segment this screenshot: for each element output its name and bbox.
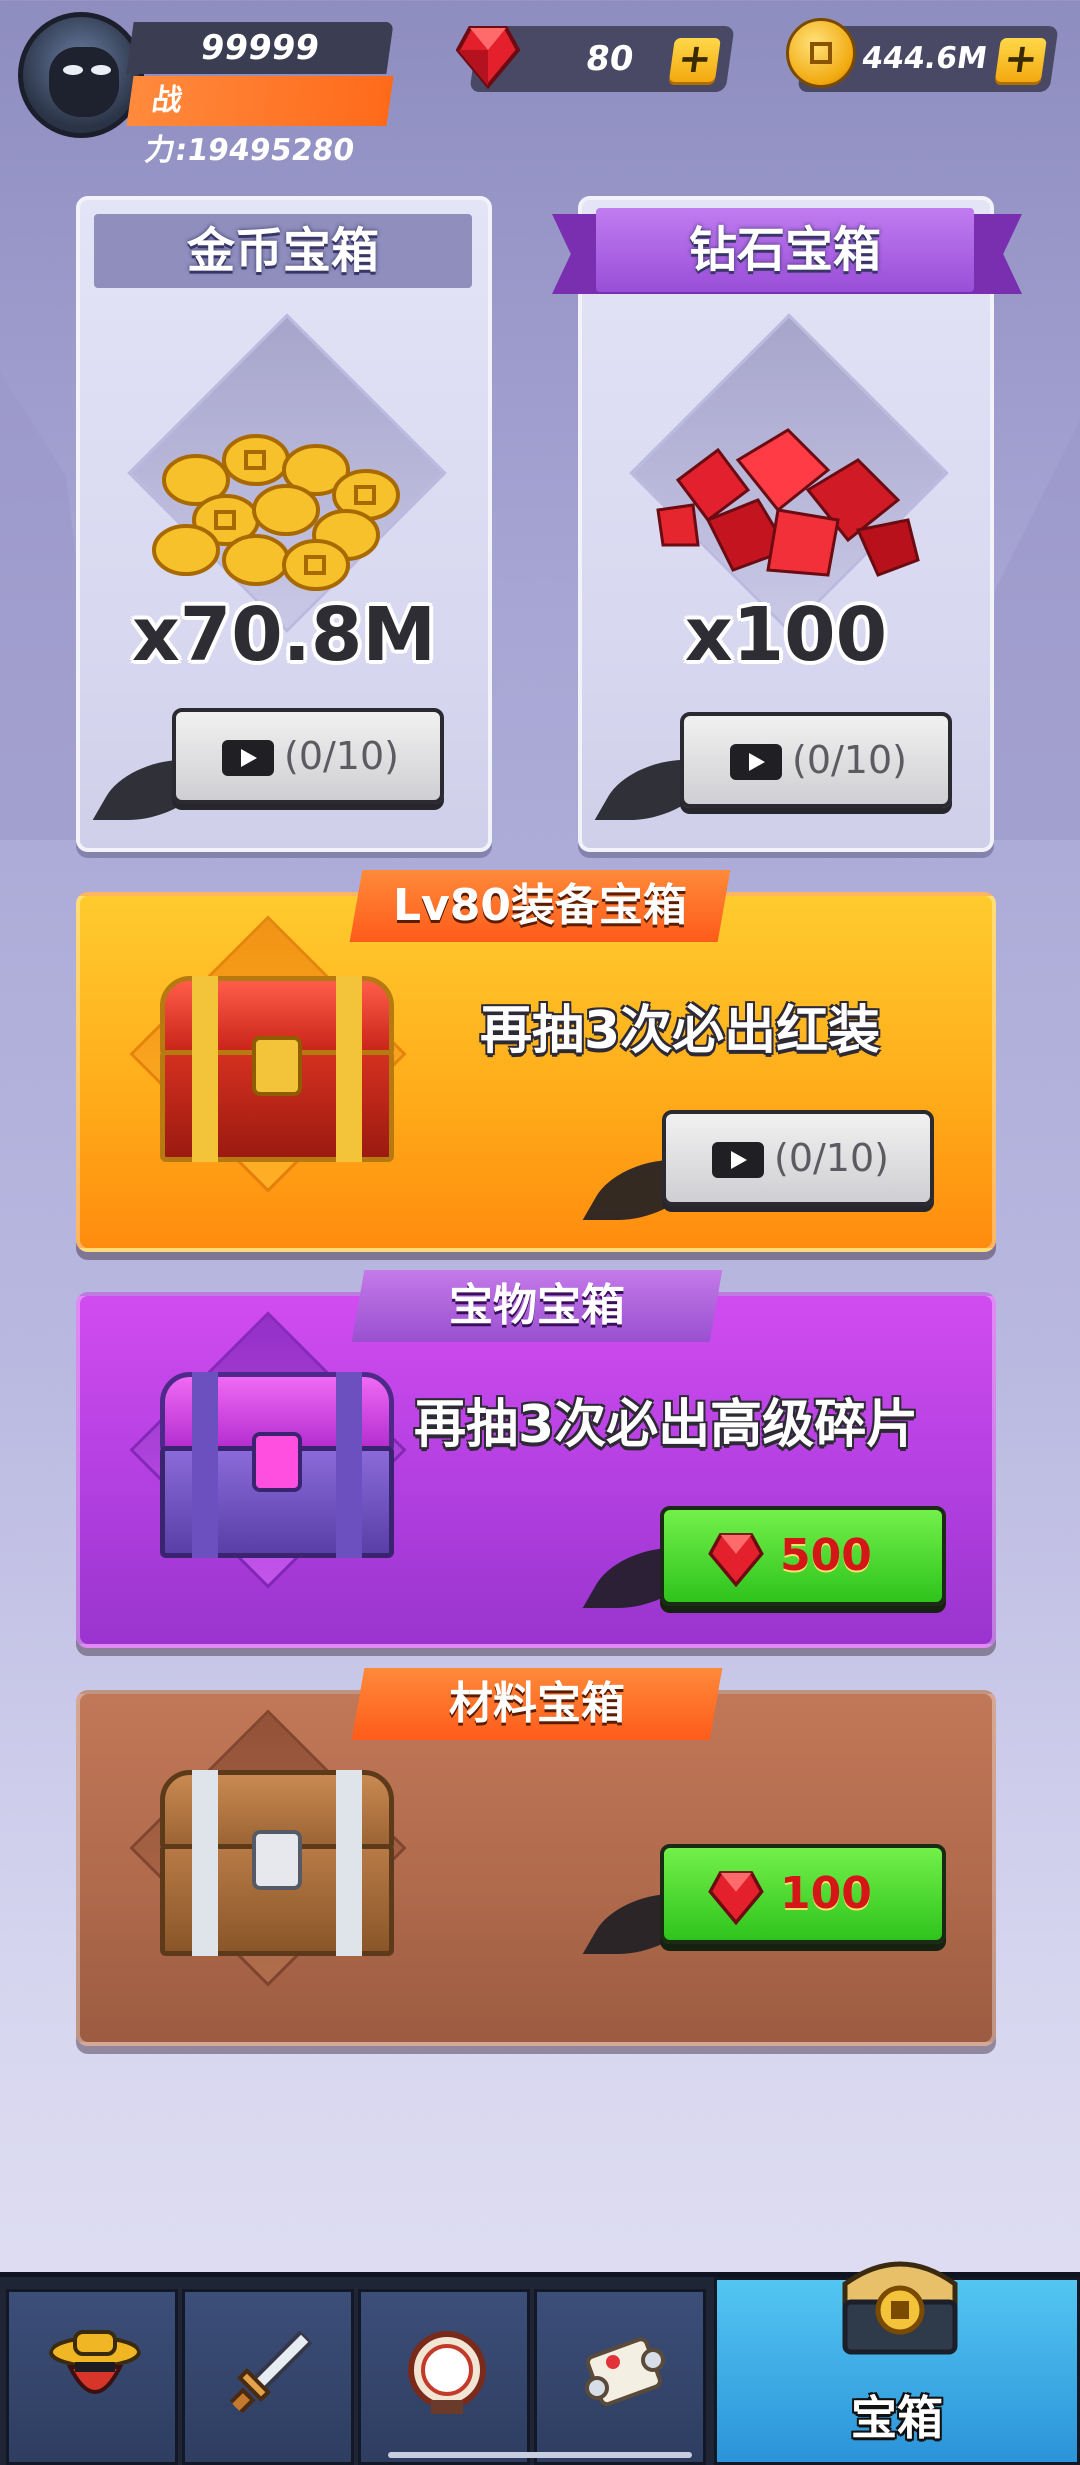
- ad-count: (0/10): [792, 738, 907, 782]
- price-label: 500: [780, 1530, 872, 1581]
- combat-power: 战力:19495280: [126, 76, 394, 168]
- banner-subtitle: 再抽3次必出高级碎片: [414, 1395, 919, 1455]
- gem-amount: 80: [583, 39, 637, 79]
- bottom-nav: 宝箱: [0, 2261, 1080, 2465]
- sword-icon: [224, 2329, 314, 2419]
- video-play-icon: [712, 1142, 764, 1178]
- player-level: 99999: [126, 22, 394, 74]
- diamond-chest-card[interactable]: 钻石宝箱 x100 (0/10): [552, 196, 1022, 852]
- chest-lock: [252, 1432, 302, 1492]
- material-chest-banner[interactable]: 材料宝箱 100: [76, 1668, 996, 2046]
- top-bar: 99999 战力:19495280 80 + 444.6M +: [0, 0, 1080, 170]
- avatar-face: [49, 47, 119, 117]
- coin-amount: 444.6M: [859, 41, 990, 76]
- ribbon-label: Lv80装备宝箱: [393, 880, 687, 931]
- chest-lock: [252, 1830, 302, 1890]
- watch-ad-button[interactable]: (0/10): [662, 1110, 934, 1206]
- gem-icon: [708, 1533, 764, 1588]
- nav-chest[interactable]: 宝箱: [714, 2261, 1080, 2465]
- price-label: 100: [780, 1868, 872, 1919]
- banner-ribbon: Lv80装备宝箱: [349, 870, 731, 942]
- add-gems-button[interactable]: +: [668, 36, 721, 82]
- banner-ribbon: 宝物宝箱: [351, 1270, 723, 1342]
- add-coins-button[interactable]: +: [994, 36, 1047, 82]
- video-play-icon: [222, 740, 274, 776]
- video-play-icon: [730, 744, 782, 780]
- banner-subtitle: 再抽3次必出红装: [480, 1001, 881, 1061]
- scroll-icon: [585, 2337, 665, 2407]
- red-gems-icon: [656, 428, 920, 577]
- avatar-eye: [63, 65, 83, 75]
- avatar-eye: [91, 65, 111, 75]
- buy-material-chest-button[interactable]: 100: [660, 1844, 946, 1944]
- chest-band: [336, 976, 362, 1162]
- chest-band: [336, 1372, 362, 1558]
- treasure-chest-icon: [842, 2261, 958, 2355]
- chest-band: [192, 976, 218, 1162]
- banner-ribbon: 材料宝箱: [351, 1668, 723, 1740]
- gem-icon: [456, 26, 520, 90]
- equipment-chest-banner[interactable]: Lv80装备宝箱 再抽3次必出红装 (0/10): [76, 870, 996, 1252]
- chest-lock: [252, 1036, 302, 1096]
- chest-band: [336, 1770, 362, 1956]
- watch-ad-button[interactable]: (0/10): [172, 708, 444, 804]
- ribbon-label: 宝物宝箱: [449, 1280, 625, 1331]
- wooden-chest-icon: [152, 1770, 402, 1960]
- ribbon-label: 材料宝箱: [449, 1678, 625, 1729]
- buy-treasure-chest-button[interactable]: 500: [660, 1506, 946, 1606]
- card-title: 金币宝箱: [94, 214, 472, 288]
- chest-band: [192, 1372, 218, 1558]
- card-title: 钻石宝箱: [596, 208, 974, 292]
- reward-amount: x100: [684, 592, 888, 678]
- nav-label: 宝箱: [851, 2391, 943, 2445]
- nav-battle[interactable]: [358, 2289, 530, 2465]
- chest-band: [192, 1770, 218, 1956]
- player-info-plate: 99999 战力:19495280: [126, 22, 400, 168]
- gold-chest-card[interactable]: 金币宝箱 x70.8M (0/10): [76, 196, 492, 852]
- ad-count: (0/10): [284, 734, 399, 778]
- watch-ad-button[interactable]: (0/10): [680, 712, 952, 808]
- gem-icon: [708, 1871, 764, 1926]
- reward-amount: x70.8M: [132, 592, 436, 678]
- coin-icon: [786, 18, 856, 88]
- home-indicator: [388, 2452, 692, 2458]
- drum-icon: [408, 2331, 486, 2414]
- player-avatar[interactable]: [18, 12, 144, 138]
- purple-chest-icon: [152, 1372, 402, 1562]
- nav-scroll[interactable]: [534, 2289, 706, 2465]
- red-gold-chest-icon: [152, 976, 402, 1166]
- gold-coins-icon: [152, 434, 400, 591]
- nav-equipment[interactable]: [182, 2289, 354, 2465]
- ad-count: (0/10): [774, 1136, 889, 1180]
- hero-icon: [49, 2330, 141, 2394]
- nav-hero[interactable]: [6, 2289, 178, 2465]
- treasure-chest-banner[interactable]: 宝物宝箱 再抽3次必出高级碎片 500: [76, 1270, 996, 1648]
